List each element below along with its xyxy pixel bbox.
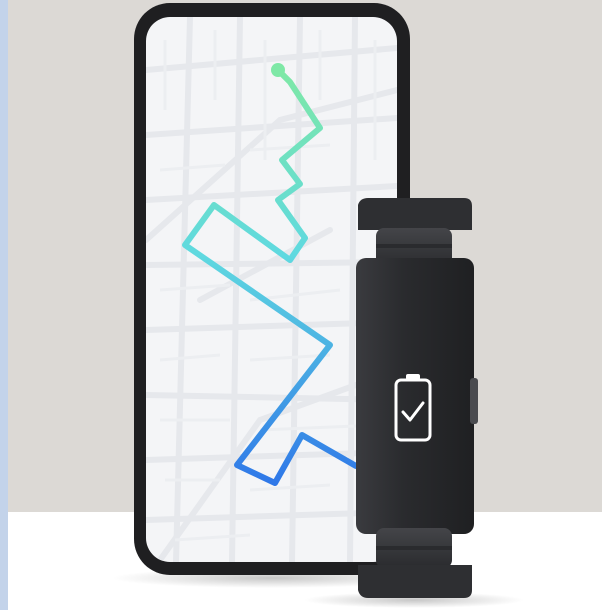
product-scene — [0, 0, 602, 610]
band-bottom — [358, 565, 472, 598]
route-start-dot — [271, 63, 285, 77]
band-bottom-loop-ridge — [376, 546, 452, 550]
side-button — [470, 378, 478, 424]
tracker-body — [356, 258, 474, 534]
left-edge — [0, 0, 8, 610]
band-top — [358, 198, 472, 230]
battery-cap — [406, 374, 420, 380]
band-top-loop-ridge — [376, 244, 452, 248]
